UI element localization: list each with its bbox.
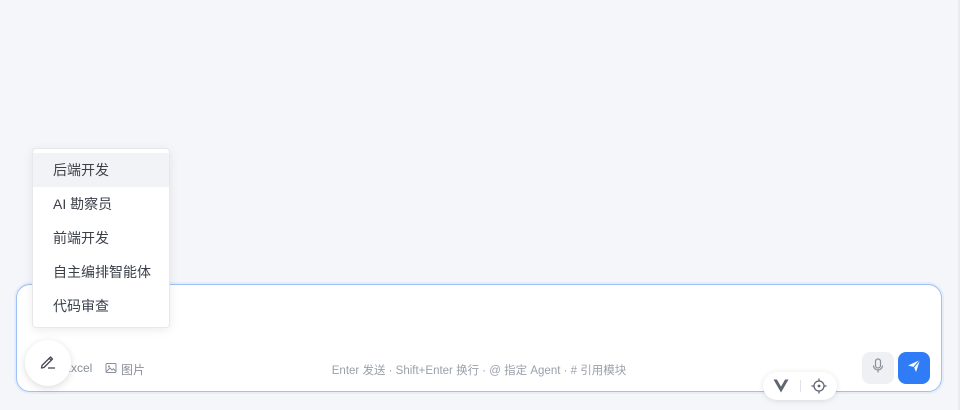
menu-item-autonomous-orchestration[interactable]: 自主编排智能体 (33, 255, 169, 289)
pen-icon (38, 351, 58, 376)
menu-item-backend[interactable]: 后端开发 (33, 153, 169, 187)
send-button[interactable] (898, 352, 930, 384)
vue-logo-icon[interactable] (773, 379, 789, 393)
chat-page: Excel 图片 Enter 发送 · Shift+Enter 换行 · @ 指… (0, 0, 960, 410)
menu-item-ai-surveyor[interactable]: AI 勘察员 (33, 187, 169, 221)
mic-icon (871, 357, 885, 379)
voice-input-button[interactable] (862, 352, 894, 384)
menu-item-code-review[interactable]: 代码审查 (33, 289, 169, 323)
toolbar-divider (799, 380, 801, 392)
send-icon (907, 359, 921, 378)
agent-select-menu: 后端开发 AI 勘察员 前端开发 自主编排智能体 代码审查 (32, 148, 170, 328)
floating-toolbar (763, 372, 837, 400)
pen-button[interactable] (25, 340, 71, 386)
menu-item-frontend[interactable]: 前端开发 (33, 221, 169, 255)
crosshair-icon[interactable] (811, 378, 827, 394)
